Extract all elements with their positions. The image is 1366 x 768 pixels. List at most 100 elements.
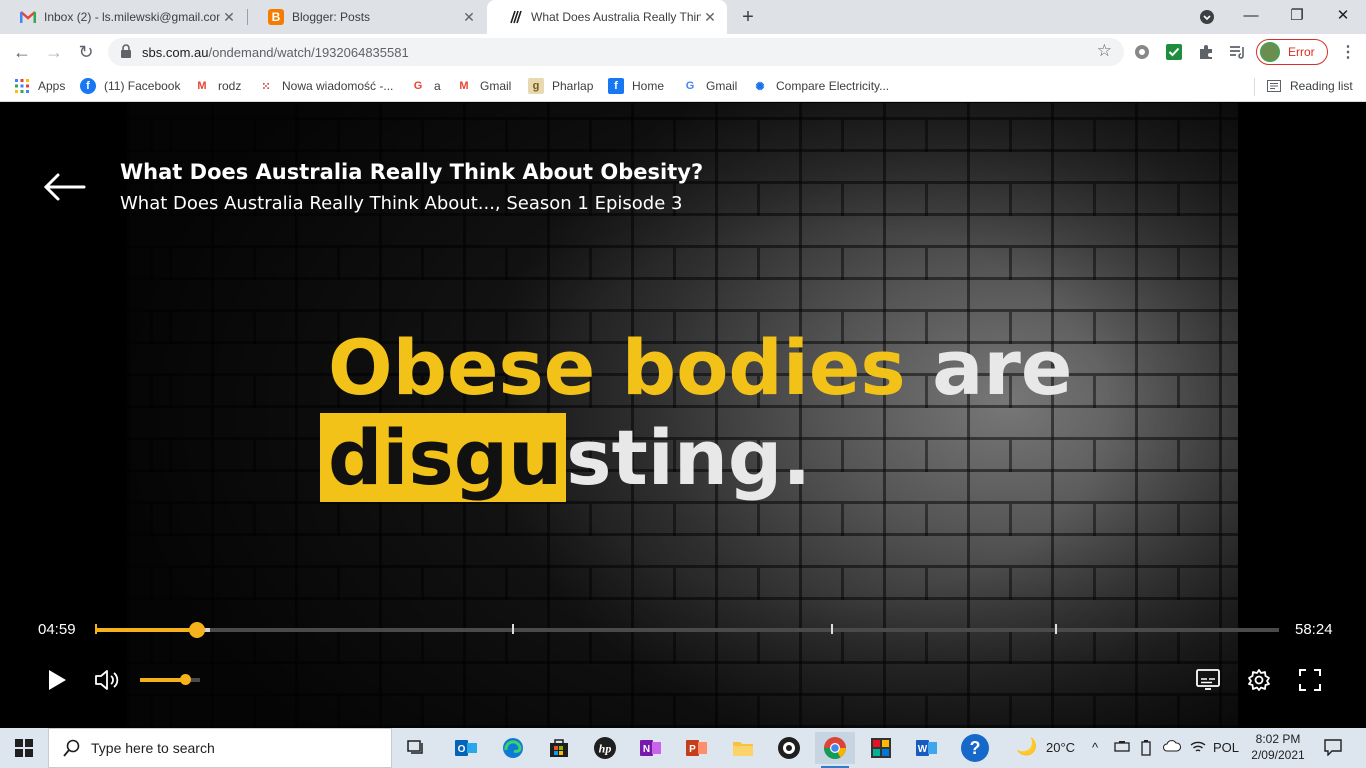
facebook-icon: f: [608, 78, 624, 94]
tab-title: Blogger: Posts: [292, 10, 371, 24]
taskbar-search-box[interactable]: Type here to search: [48, 728, 392, 768]
seek-bar[interactable]: [96, 622, 1279, 638]
bookmarks-bar: Apps f (11) Facebook M rodz ⁙ Nowa wiado…: [0, 70, 1366, 102]
extension-check-icon[interactable]: [1164, 42, 1184, 62]
search-icon: [63, 739, 80, 757]
chapter-marker: [1055, 624, 1057, 634]
fullscreen-button[interactable]: [1295, 665, 1325, 695]
frame-text-line-1: Obese bodies are: [328, 323, 1073, 412]
powerpoint-icon[interactable]: P: [677, 732, 717, 764]
paint-app-icon[interactable]: [861, 732, 901, 764]
hp-icon[interactable]: hp: [585, 732, 625, 764]
svg-text:N: N: [643, 744, 650, 755]
input-language[interactable]: POL: [1213, 740, 1239, 755]
reload-button[interactable]: ↻: [74, 40, 98, 64]
tab-blogger[interactable]: B Blogger: Posts ✕: [248, 0, 486, 34]
svg-text:?: ?: [970, 738, 981, 758]
bookmark-star-icon[interactable]: ☆: [1097, 41, 1112, 61]
subtitles-button[interactable]: [1193, 665, 1223, 695]
bookmark-home[interactable]: f Home: [608, 76, 664, 96]
outlook-icon[interactable]: O: [446, 732, 486, 764]
address-bar[interactable]: sbs.com.au/ondemand/watch/1932064835581 …: [108, 38, 1124, 66]
svg-text:hp: hp: [599, 742, 612, 756]
word-icon[interactable]: W: [907, 732, 947, 764]
file-explorer-icon[interactable]: [723, 732, 763, 764]
forward-button[interactable]: →: [42, 40, 66, 64]
notifications-icon[interactable]: [1324, 738, 1342, 759]
show-hidden-icons-chevron-icon[interactable]: ^: [1092, 740, 1098, 755]
tray-devices-icon[interactable]: [1114, 740, 1130, 757]
tab-sbs-video[interactable]: What Does Australia Really Think ✕: [487, 0, 727, 34]
bookmark-pharlap[interactable]: g Pharlap: [528, 76, 593, 96]
bookmark-gmail-2[interactable]: G Gmail: [682, 76, 738, 96]
tab-search-icon[interactable]: [1184, 0, 1230, 34]
wifi-icon[interactable]: [1190, 740, 1206, 757]
bookmark-rodz[interactable]: M rodz: [194, 76, 241, 96]
bookmark-apps[interactable]: Apps: [14, 76, 65, 96]
video-player[interactable]: Obese bodies are disgusting. What Does A…: [0, 103, 1366, 728]
tab-gmail-inbox[interactable]: Inbox (2) - ls.milewski@gmail.com ✕: [0, 0, 246, 34]
google-icon: G: [685, 80, 695, 92]
play-button[interactable]: [42, 665, 72, 695]
reading-list-button[interactable]: Reading list: [1266, 76, 1353, 96]
facebook-icon: f: [80, 78, 96, 94]
windows-logo-icon: [15, 739, 33, 757]
svg-text:P: P: [689, 744, 696, 755]
start-button[interactable]: [0, 728, 48, 768]
gmail-icon: M: [197, 80, 207, 92]
chapter-marker: [831, 624, 833, 634]
mute-button[interactable]: [92, 665, 122, 695]
extension-circle-icon[interactable]: [1132, 42, 1152, 62]
dots-grid-icon: ⁙: [261, 80, 271, 93]
tab-strip: Inbox (2) - ls.milewski@gmail.com ✕ B Bl…: [0, 0, 1366, 34]
back-arrow-icon[interactable]: [42, 171, 86, 203]
bookmark-compare-electricity[interactable]: ✺ Compare Electricity...: [752, 76, 889, 96]
moon-weather-icon[interactable]: 🌙: [1016, 737, 1037, 757]
restore-button[interactable]: ❐: [1274, 0, 1320, 34]
avatar: [1260, 42, 1280, 62]
onenote-icon[interactable]: N: [631, 732, 671, 764]
svg-text:O: O: [458, 744, 466, 755]
play-icon: [49, 670, 66, 690]
bookmark-gmail[interactable]: M Gmail: [456, 76, 511, 96]
volume-icon: [95, 670, 119, 690]
bookmark-nowa-wiadomosc[interactable]: ⁙ Nowa wiadomość -...: [258, 76, 393, 96]
url-text: sbs.com.au/ondemand/watch/1932064835581: [142, 45, 409, 60]
weather-temp[interactable]: 20°C: [1046, 740, 1075, 755]
volume-slider[interactable]: [140, 674, 200, 685]
onedrive-cloud-icon[interactable]: [1163, 740, 1181, 755]
close-tab-icon[interactable]: ✕: [701, 9, 719, 26]
settings-button[interactable]: [1244, 665, 1274, 695]
close-tab-icon[interactable]: ✕: [460, 9, 478, 26]
svg-text:W: W: [918, 744, 928, 755]
store-icon[interactable]: [539, 732, 579, 764]
close-tab-icon[interactable]: ✕: [220, 9, 238, 26]
profile-error-button[interactable]: Error: [1256, 39, 1328, 65]
new-tab-button[interactable]: +: [736, 5, 760, 29]
windows-taskbar: Type here to search O hp N P W ? 🌙 20°C …: [0, 728, 1366, 768]
help-icon[interactable]: ?: [955, 732, 995, 764]
bookmark-a[interactable]: G a: [410, 76, 441, 96]
close-window-button[interactable]: ✕: [1320, 0, 1366, 34]
blogger-icon: B: [268, 9, 284, 25]
camera-app-icon[interactable]: [769, 732, 809, 764]
chapter-marker: [512, 624, 514, 634]
tray-battery-icon[interactable]: [1140, 740, 1152, 759]
chrome-icon[interactable]: [815, 732, 855, 768]
tab-title: Inbox (2) - ls.milewski@gmail.com: [44, 10, 220, 24]
seek-start-tick: [95, 624, 97, 634]
total-duration: 58:24: [1295, 621, 1333, 638]
spark-icon: ✺: [755, 80, 765, 93]
edge-icon[interactable]: [493, 732, 533, 764]
task-view-icon[interactable]: [396, 732, 436, 764]
bookmark-facebook[interactable]: f (11) Facebook: [80, 76, 180, 96]
gear-icon: [1248, 669, 1270, 691]
browser-toolbar: ← → ↻ sbs.com.au/ondemand/watch/19320648…: [0, 34, 1366, 70]
media-control-icon[interactable]: [1228, 42, 1248, 62]
system-clock[interactable]: 8:02 PM 2/09/2021: [1248, 731, 1308, 763]
minimize-button[interactable]: —: [1228, 0, 1274, 34]
volume-handle[interactable]: [180, 674, 191, 685]
menu-kebab-icon[interactable]: ⋮: [1340, 42, 1356, 62]
back-button[interactable]: ←: [10, 40, 34, 64]
extensions-puzzle-icon[interactable]: [1196, 42, 1216, 62]
